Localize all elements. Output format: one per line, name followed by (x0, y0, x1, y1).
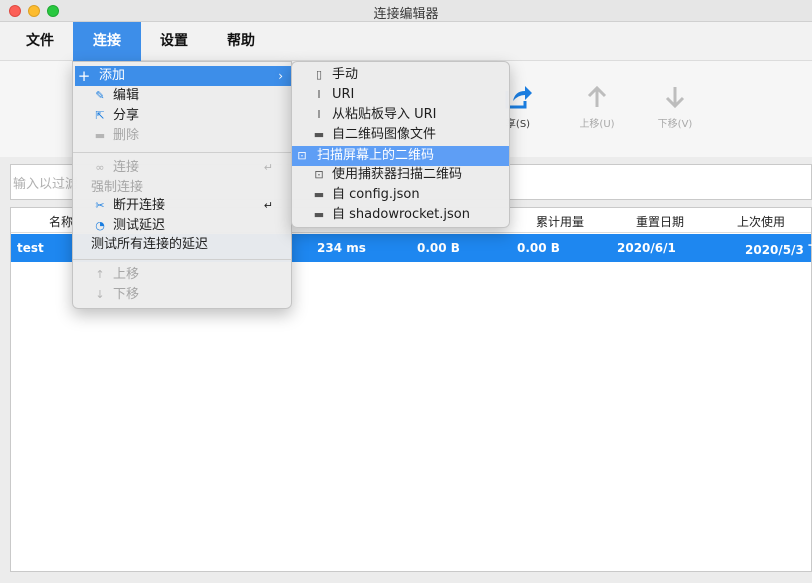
cell-total-usage: 0.00 B (517, 241, 560, 255)
submenu-item-manual[interactable]: ▯ 手动 (292, 65, 509, 85)
cell-latency: 234 ms (317, 241, 366, 255)
menu-item-test-all-latency[interactable]: 测试所有连接的延迟 (73, 235, 291, 255)
menu-item-move-up[interactable]: ↑ 上移 (73, 265, 291, 285)
chevron-right-icon: › (278, 69, 283, 83)
menu-item-disconnect[interactable]: ✂ 断开连接 ↵ (73, 196, 291, 216)
menu-item-edit[interactable]: ✎ 编辑 (73, 86, 291, 106)
submenu-item-scan-screen-qr[interactable]: ⊡ 扫描屏幕上的二维码 (292, 146, 509, 166)
menu-separator (73, 152, 291, 153)
disconnect-icon: ✂ (95, 199, 105, 212)
menu-item-delete[interactable]: ▬ 删除 (73, 126, 291, 146)
menu-item-connect[interactable]: ∞ 连接 ↵ (73, 158, 291, 178)
column-name[interactable]: 名称 (49, 213, 73, 230)
column-total-usage[interactable]: 累计用量 (536, 213, 584, 230)
move-up-label: 上移(U) (579, 119, 615, 130)
edit-icon: ✎ (95, 89, 105, 102)
trash-icon: ▬ (94, 129, 106, 142)
menu-help[interactable]: 帮助 (207, 22, 275, 61)
submenu-item-from-config-json[interactable]: ▬ 自 config.json (292, 185, 509, 205)
move-down-button[interactable]: 下移(V) (645, 83, 705, 130)
link-icon: ∞ (95, 161, 105, 174)
arrow-down-icon: ↓ (95, 288, 105, 301)
text-cursor-icon: I (317, 88, 321, 101)
column-reset-date[interactable]: 重置日期 (636, 213, 684, 230)
qr-scan-icon: ⊡ (297, 149, 307, 162)
submenu-item-uri[interactable]: I URI (292, 85, 509, 105)
menu-item-test-latency[interactable]: ◔ 测试延迟 (73, 216, 291, 236)
title-bar: 连接编辑器 (0, 0, 812, 22)
document-icon: ▯ (315, 68, 323, 81)
arrow-down-icon (645, 83, 705, 111)
menu-file[interactable]: 文件 (0, 22, 80, 61)
submenu-item-import-clipboard-uri[interactable]: I 从粘贴板导入 URI (292, 105, 509, 125)
move-up-button[interactable]: 上移(U) (567, 83, 627, 130)
window-title: 连接编辑器 (373, 7, 439, 22)
cell-last-used: 2020/5/3 下... (745, 243, 812, 257)
share-icon: ⇱ (95, 109, 105, 122)
menu-item-move-down[interactable]: ↓ 下移 (73, 285, 291, 305)
menu-connection[interactable]: 连接 (73, 22, 141, 61)
column-last-used[interactable]: 上次使用 (737, 213, 785, 230)
submenu-item-from-shadowrocket-json[interactable]: ▬ 自 shadowrocket.json (292, 205, 509, 225)
menu-separator (73, 259, 291, 260)
move-down-label: 下移(V) (657, 119, 693, 130)
submenu-item-qr-image-file[interactable]: ▬ 自二维码图像文件 (292, 125, 509, 145)
plus-icon: + (77, 67, 91, 85)
text-cursor-icon: I (317, 108, 321, 121)
folder-icon: ▬ (313, 128, 325, 141)
arrow-up-icon (567, 83, 627, 111)
folder-icon: ▬ (313, 208, 325, 221)
menu-item-add[interactable]: + 添加 › (75, 66, 291, 86)
cell-reset-date: 2020/6/1 (617, 241, 676, 255)
menu-item-share[interactable]: ⇱ 分享 (73, 106, 291, 126)
connection-menu: + 添加 › ✎ 编辑 ⇱ 分享 ▬ 删除 ∞ 连接 ↵ 强制连接 ✂ 断开连接… (72, 61, 292, 309)
menu-item-force-connect[interactable]: 强制连接 (73, 178, 291, 198)
qr-scan-icon: ⊡ (314, 168, 324, 181)
folder-icon: ▬ (313, 188, 325, 201)
speedometer-icon: ◔ (95, 219, 105, 232)
add-submenu: ▯ 手动 I URI I 从粘贴板导入 URI ▬ 自二维码图像文件 ⊡ 扫描屏… (291, 61, 510, 228)
menu-bar: 文件 连接 设置 帮助 (0, 22, 812, 61)
menu-settings[interactable]: 设置 (141, 22, 207, 61)
arrow-up-icon: ↑ (95, 268, 105, 281)
submenu-item-scan-capture-qr[interactable]: ⊡ 使用捕获器扫描二维码 (292, 165, 509, 185)
cell-name: test (17, 241, 44, 255)
connection-editor-window: 连接编辑器 文件 连接 设置 帮助 享(S) 上移(U) 下移(V) 输入以过滤… (0, 0, 812, 583)
cell-upload: 0.00 B (417, 241, 460, 255)
